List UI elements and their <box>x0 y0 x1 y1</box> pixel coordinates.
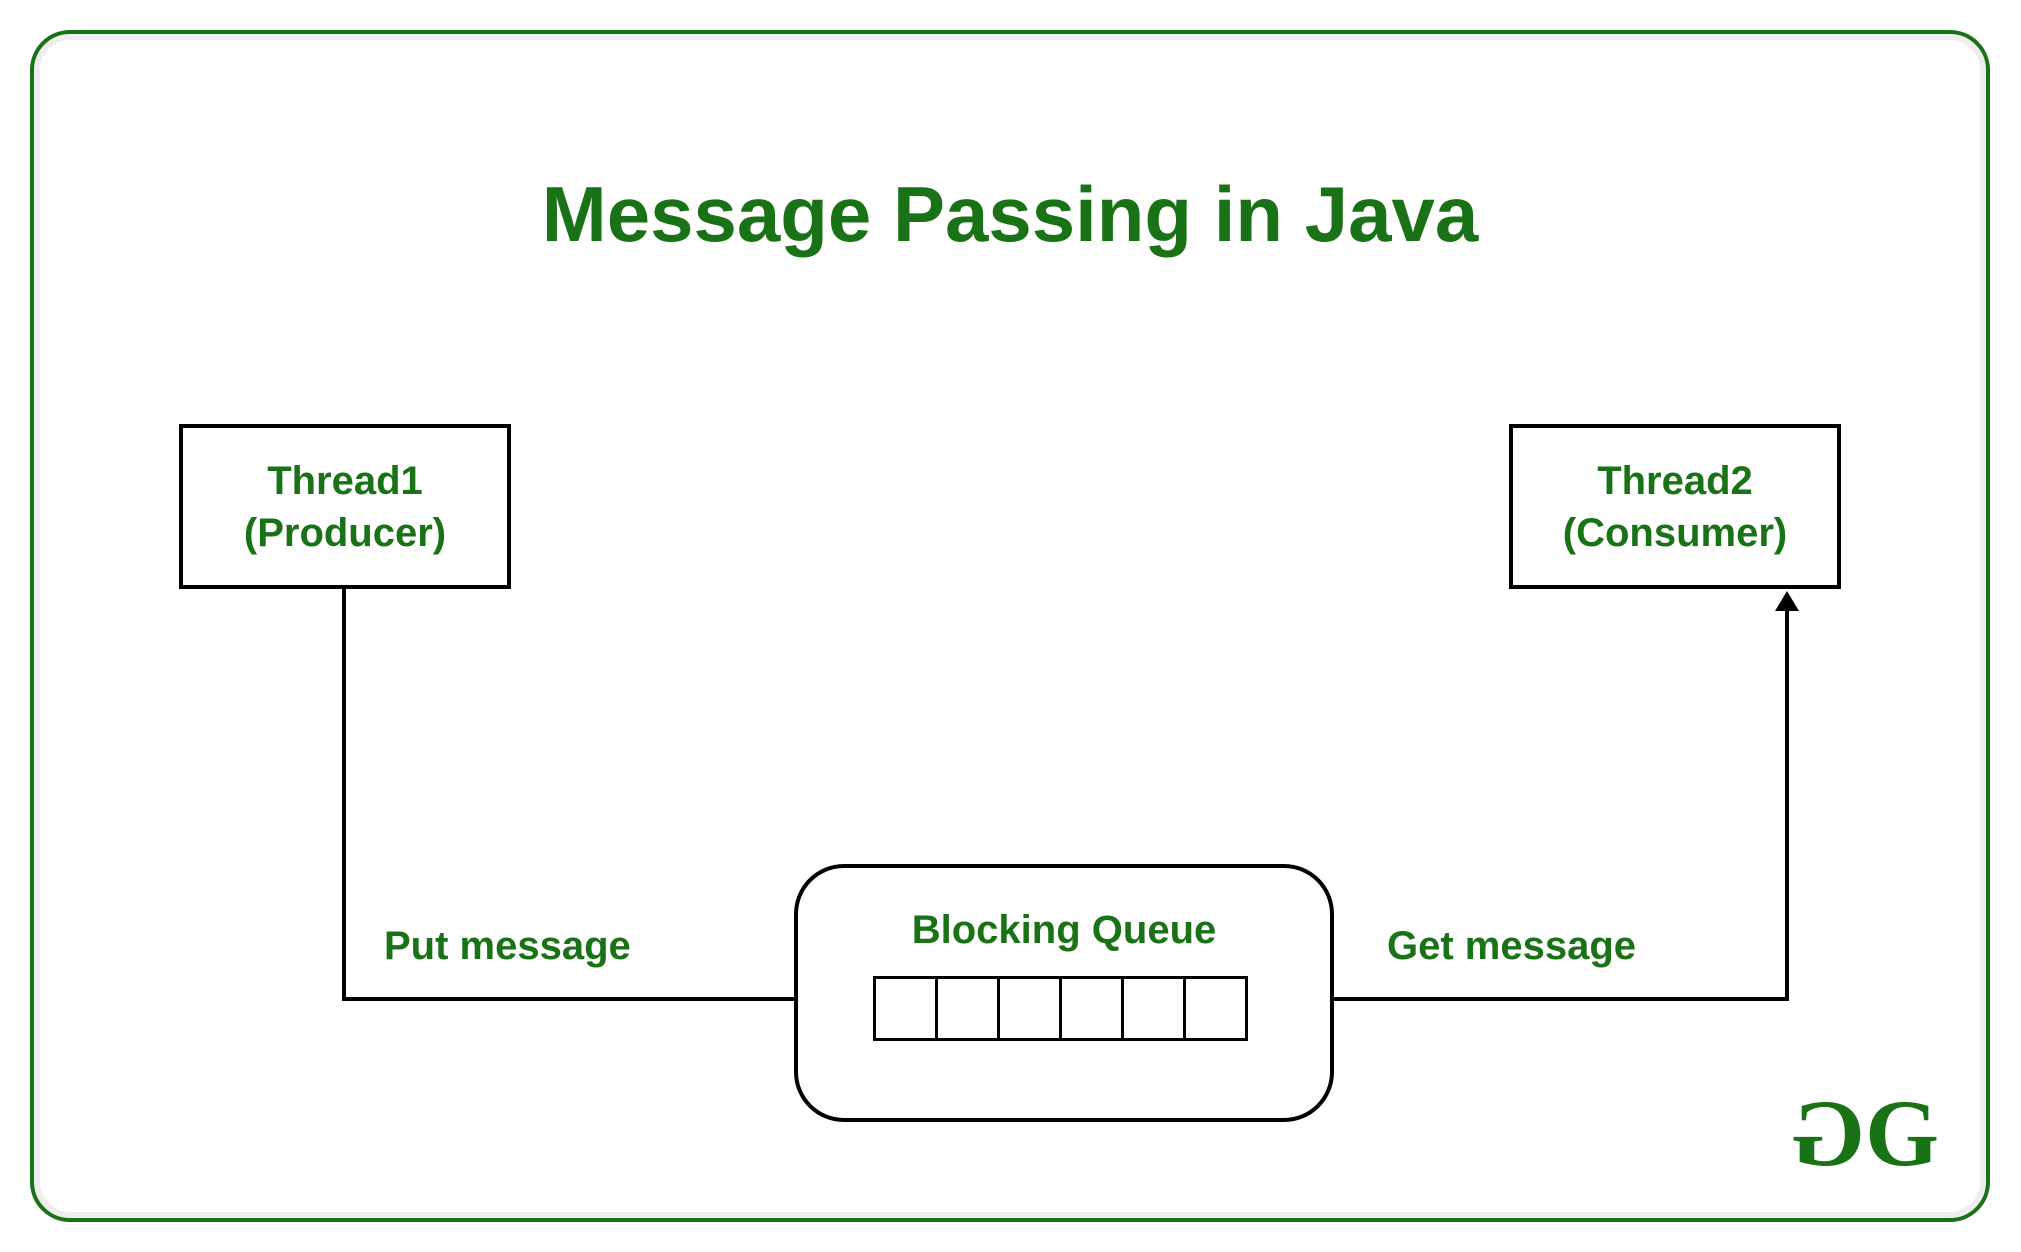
get-arrow-head-icon <box>1775 591 1799 611</box>
queue-cell <box>873 976 938 1041</box>
queue-cell <box>1059 976 1124 1041</box>
queue-cell <box>1183 976 1248 1041</box>
diagram-title: Message Passing in Java <box>34 169 1986 260</box>
thread1-role: (Producer) <box>244 507 446 559</box>
thread2-consumer-box: Thread2 (Consumer) <box>1509 424 1841 589</box>
blocking-queue-box: Blocking Queue <box>794 864 1334 1122</box>
diagram-frame: Message Passing in Java Thread1 (Produce… <box>30 30 1990 1222</box>
get-arrow-segment-horizontal <box>1259 997 1789 1001</box>
thread2-role: (Consumer) <box>1563 507 1787 559</box>
queue-cell <box>1121 976 1186 1041</box>
thread1-name: Thread1 <box>267 455 423 507</box>
put-message-label: Put message <box>384 924 631 969</box>
thread2-name: Thread2 <box>1597 455 1753 507</box>
queue-cell <box>997 976 1062 1041</box>
thread1-producer-box: Thread1 (Producer) <box>179 424 511 589</box>
queue-cell <box>935 976 1000 1041</box>
put-arrow-segment-horizontal <box>342 997 866 1001</box>
brand-logo-icon: GG <box>1799 1078 1931 1188</box>
put-arrow-segment-vertical <box>342 589 346 1001</box>
queue-cells <box>873 976 1248 1041</box>
get-message-label: Get message <box>1387 924 1636 969</box>
queue-label: Blocking Queue <box>798 908 1330 953</box>
get-arrow-segment-vertical <box>1785 609 1789 1001</box>
